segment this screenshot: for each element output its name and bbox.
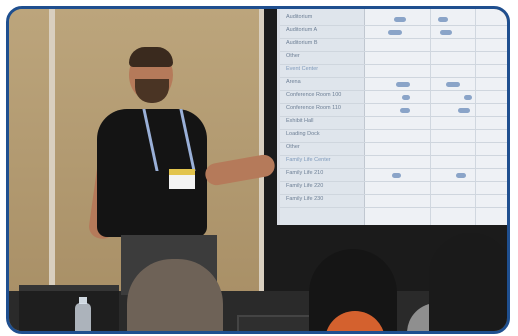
- schedule-row-label: Family Life 210: [286, 170, 324, 176]
- name-badge: [169, 169, 195, 189]
- water-bottle: [75, 303, 91, 331]
- schedule-entry: [446, 82, 460, 87]
- schedule-row-label: Auditorium B: [286, 40, 318, 46]
- schedule-row: Family Life Center: [280, 156, 507, 169]
- schedule-row-label: Exhibit Hall: [286, 118, 314, 124]
- schedule-entry: [440, 30, 452, 35]
- schedule-row: Auditorium A: [280, 26, 507, 39]
- schedule-entry: [388, 30, 402, 35]
- schedule-entry: [402, 95, 410, 100]
- schedule-row-label: Family Life 230: [286, 196, 324, 202]
- schedule-row: Family Life 220: [280, 182, 507, 195]
- schedule-entry: [464, 95, 472, 100]
- schedule-row-label: Event Center: [286, 66, 319, 72]
- projection-screen: Auditorium Auditorium A Auditorium B Other E…: [277, 9, 507, 225]
- schedule-row-label: Family Life 220: [286, 183, 324, 189]
- schedule-row: Family Life 230: [280, 195, 507, 208]
- schedule-row: Other: [280, 52, 507, 65]
- schedule-row: Event Center: [280, 65, 507, 78]
- chair: [19, 285, 119, 331]
- schedule-row: Exhibit Hall: [280, 117, 507, 130]
- schedule-row-label: Loading Dock: [286, 131, 320, 137]
- schedule-entry: [396, 82, 410, 87]
- schedule-entry: [400, 108, 410, 113]
- schedule-entry: [458, 108, 470, 113]
- schedule-row: Family Life 210: [280, 169, 507, 182]
- audience-member: [127, 259, 223, 331]
- schedule-row-label: Auditorium A: [286, 27, 318, 33]
- schedule-row: Other: [280, 143, 507, 156]
- schedule-row-label: Family Life Center: [286, 157, 331, 163]
- schedule-row: Arena: [280, 78, 507, 91]
- schedule-row-label: Other: [286, 53, 300, 59]
- schedule-row: Loading Dock: [280, 130, 507, 143]
- schedule-entry: [456, 173, 466, 178]
- schedule-row-label: Auditorium: [286, 14, 313, 20]
- schedule-entry: [394, 17, 406, 22]
- schedule-row-label: Conference Room 110: [286, 105, 341, 111]
- schedule-entry: [438, 17, 448, 22]
- photo-frame: Auditorium Auditorium A Auditorium B Other E…: [6, 6, 510, 334]
- wall-pillar: [49, 9, 55, 309]
- schedule-row-label: Other: [286, 144, 300, 150]
- audience-member: [429, 233, 507, 331]
- schedule-row-label: Conference Room 100: [286, 92, 342, 98]
- schedule-entry: [392, 173, 401, 178]
- schedule-row: Conference Room 110: [280, 104, 507, 117]
- schedule-row-label: Arena: [286, 79, 301, 85]
- schedule-row: Auditorium: [280, 13, 507, 26]
- schedule-row: Auditorium B: [280, 39, 507, 52]
- schedule-row: Conference Room 100: [280, 91, 507, 104]
- presenter-hair: [129, 47, 173, 67]
